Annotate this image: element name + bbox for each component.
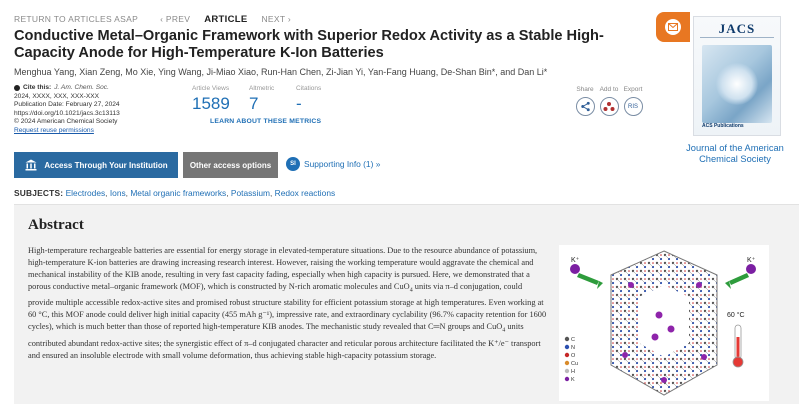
- subjects-label: SUBJECTS:: [14, 188, 64, 198]
- svg-text:H: H: [571, 369, 575, 375]
- share-label: Share: [576, 86, 594, 93]
- subjects-row: SUBJECTS: Electrodes, Ions, Metal organi…: [14, 188, 336, 198]
- subject-tag[interactable]: Metal organic frameworks: [130, 188, 226, 198]
- publication-date: Publication Date: February 27, 2024: [14, 101, 120, 109]
- citation-box: Cite this: J. Am. Chem. Soc. 2024, XXXX,…: [14, 84, 186, 136]
- current-section-label: ARTICLE: [204, 13, 248, 25]
- abstract-heading: Abstract: [28, 217, 84, 233]
- supporting-info-label: Supporting Info (1) »: [304, 159, 381, 169]
- svg-text:K: K: [571, 377, 575, 383]
- subject-tag[interactable]: Potassium: [231, 188, 270, 198]
- subject-tag[interactable]: Redox reactions: [275, 188, 336, 198]
- cover-title: JACS: [718, 21, 756, 36]
- reuse-permissions-link[interactable]: Request reuse permissions: [14, 127, 186, 136]
- institution-access-button[interactable]: Access Through Your Institution: [14, 152, 178, 178]
- email-alert-tab[interactable]: [656, 12, 690, 42]
- cite-line: Cite this: J. Am. Chem. Soc.: [14, 84, 186, 93]
- institution-access-label: Access Through Your Institution: [44, 160, 168, 170]
- cite-details: 2024, XXXX, XXX, XXX-XXX: [14, 92, 100, 100]
- citations-metric: Citations -: [296, 85, 321, 114]
- ion-label-right: K⁺: [747, 257, 756, 264]
- svg-text:C: C: [571, 337, 575, 343]
- export-label: Export: [623, 86, 643, 93]
- add-to-action: Add to: [598, 86, 620, 116]
- ion-label-left: K⁺: [571, 257, 580, 264]
- cover-glow: [716, 63, 758, 105]
- article-title: Conductive Metal–Organic Framework with …: [14, 28, 604, 61]
- cite-label: Cite this:: [23, 84, 52, 91]
- add-to-button[interactable]: [599, 97, 619, 116]
- svg-text:N: N: [571, 345, 575, 351]
- article-metrics: Article Views 1589 Altmetric 7 Citations…: [192, 85, 332, 113]
- temperature-label: 60 °C: [727, 311, 745, 319]
- article-nav: RETURN TO ARTICLES ASAP ‹ PREV ARTICLE N…: [14, 13, 291, 25]
- altmetric-label: Altmetric: [249, 85, 275, 92]
- thermometer-icon: [732, 324, 744, 368]
- views-metric: Article Views 1589: [192, 85, 230, 114]
- return-to-articles-link[interactable]: RETURN TO ARTICLES ASAP: [14, 14, 138, 24]
- institution-icon: [20, 159, 42, 171]
- journal-cover[interactable]: JACS ACS Publications: [693, 16, 781, 136]
- mof-structure-figure: K⁺ K⁺ C N O Cu H K 60 °C: [564, 250, 756, 396]
- supporting-info-icon: SI: [286, 157, 300, 171]
- supporting-info-link[interactable]: SI Supporting Info (1) »: [286, 157, 380, 171]
- subject-tag[interactable]: Ions: [110, 188, 126, 198]
- cite-journal: J. Am. Chem. Soc.: [54, 84, 109, 91]
- svg-text:O: O: [571, 353, 576, 359]
- other-access-button[interactable]: Other access options: [183, 152, 278, 178]
- next-article-link[interactable]: NEXT ›: [261, 14, 291, 24]
- views-label: Article Views: [192, 85, 230, 92]
- altmetric-metric: Altmetric 7: [249, 85, 274, 114]
- export-ris-button[interactable]: RIS: [623, 97, 643, 116]
- views-count: 1589: [192, 94, 230, 113]
- share-icon: [580, 101, 590, 112]
- subject-tag[interactable]: Electrodes: [66, 188, 106, 198]
- atom-legend: C N O Cu H K: [564, 336, 578, 383]
- learn-metrics-link[interactable]: LEARN ABOUT THESE METRICS: [210, 118, 321, 125]
- svg-text:Cu: Cu: [571, 361, 578, 367]
- cover-divider: [700, 37, 774, 38]
- cover-publisher: ACS Publications: [702, 123, 744, 129]
- share-action: Share: [574, 86, 596, 116]
- add-to-label: Add to: [599, 86, 619, 93]
- citations-label: Citations: [296, 85, 322, 92]
- abstract-text: High-temperature rechargeable batteries …: [28, 246, 547, 360]
- author-list[interactable]: Menghua Yang, Xian Zeng, Mo Xie, Ying Wa…: [14, 67, 547, 77]
- prev-article-link[interactable]: ‹ PREV: [160, 14, 190, 24]
- cover-artwork: [702, 45, 772, 123]
- envelope-icon: [665, 19, 681, 35]
- journal-name-link[interactable]: Journal of the American Chemical Society: [676, 143, 794, 165]
- citations-count: -: [296, 94, 302, 113]
- share-button[interactable]: [575, 97, 595, 116]
- toc-graphic[interactable]: K⁺ K⁺ C N O Cu H K 60 °C: [559, 245, 769, 401]
- export-action: Export RIS: [622, 86, 644, 116]
- copyright: © 2024 American Chemical Society: [14, 118, 118, 126]
- altmetric-score[interactable]: 7: [249, 94, 274, 114]
- cite-icon: [14, 85, 20, 92]
- add-to-library-icon: [603, 102, 615, 111]
- abstract-section: Abstract High-temperature rechargeable b…: [14, 204, 799, 404]
